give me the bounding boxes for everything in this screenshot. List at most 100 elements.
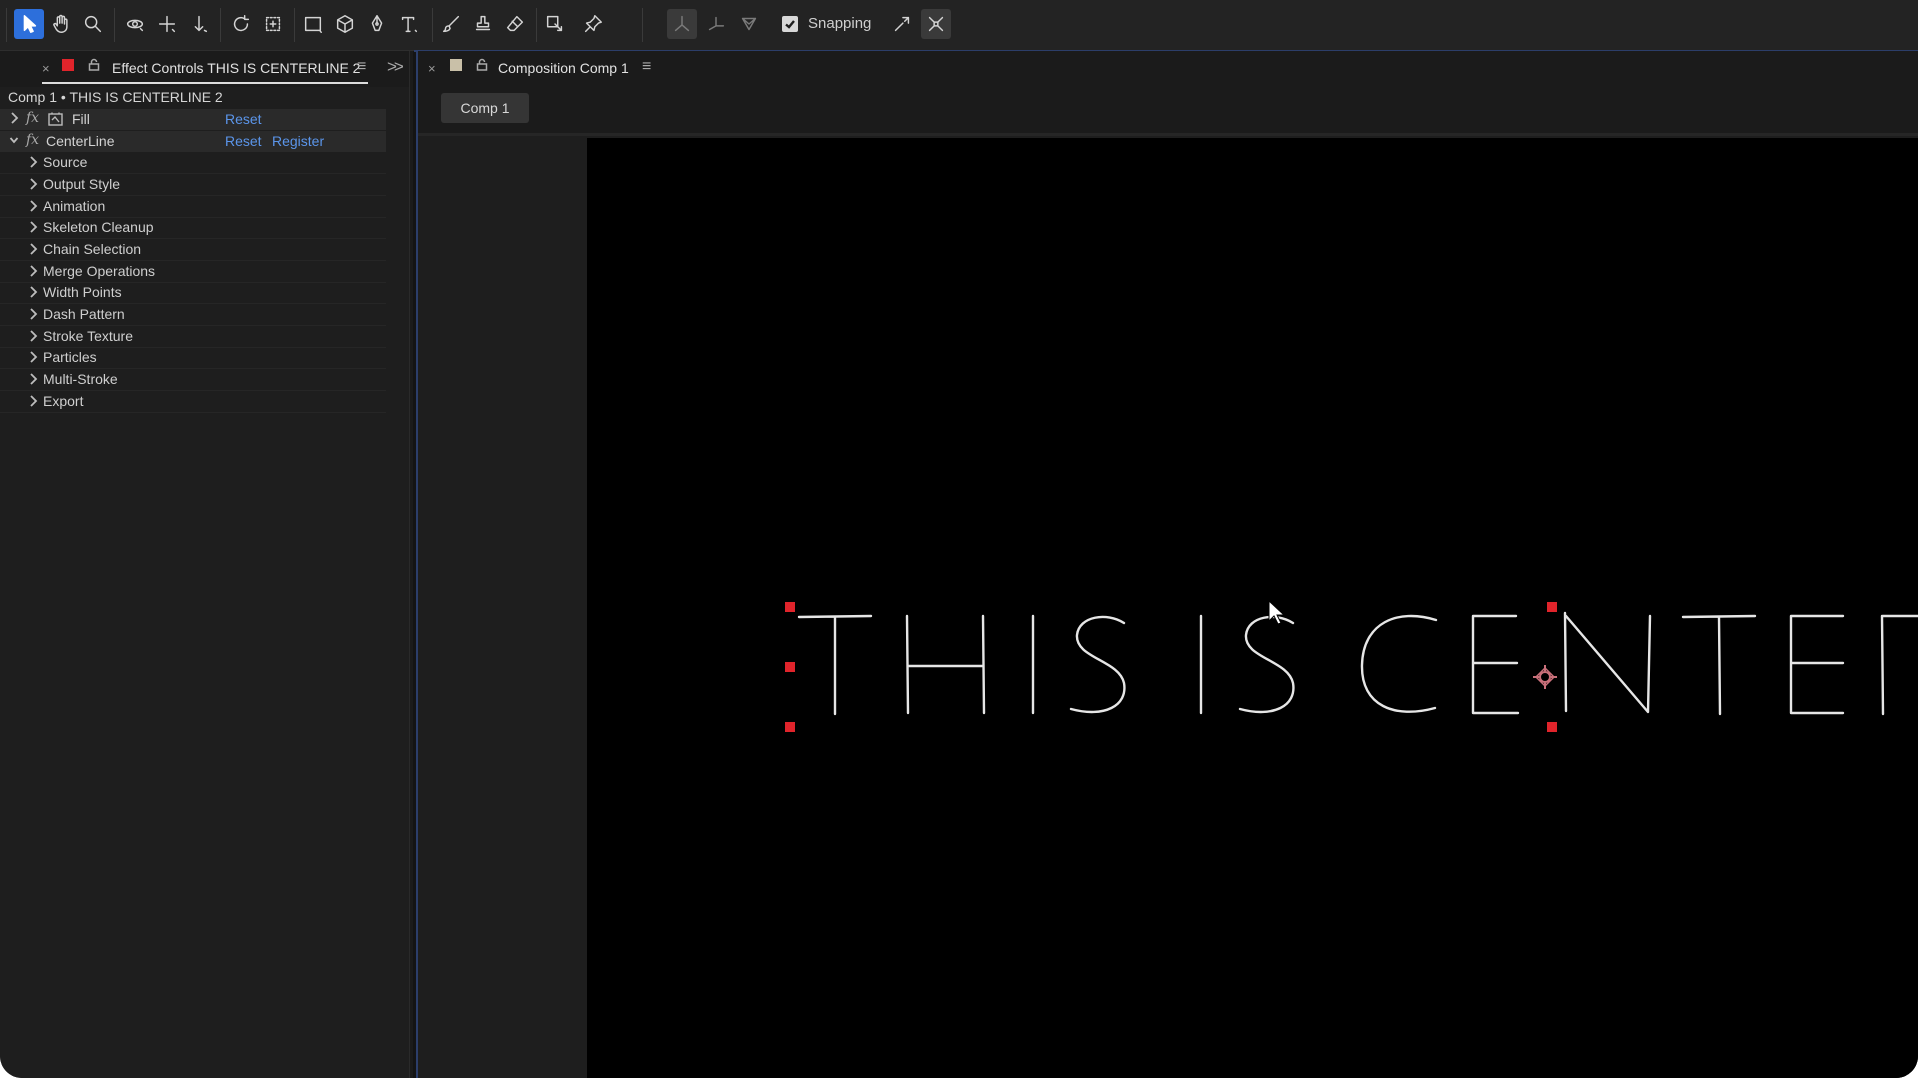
composition-viewer[interactable] [587,138,1918,1078]
chevron-right-icon[interactable] [28,199,38,213]
effect-preset-icon [48,112,63,126]
toolbar-separator [536,8,537,42]
property-group-export[interactable]: Export [0,391,386,413]
group-label: Dash Pattern [43,306,125,322]
roto-brush-tool-icon[interactable] [540,9,570,39]
chevron-right-icon[interactable] [28,329,38,343]
puppet-pin-tool-icon[interactable] [578,9,608,39]
comp-breadcrumb-button[interactable]: Comp 1 [441,93,529,123]
toolbar-grip [6,8,7,42]
group-label: Chain Selection [43,241,142,257]
chevron-right-icon[interactable] [28,394,38,408]
property-group-stroke-texture[interactable]: Stroke Texture [0,326,386,348]
local-axis-icon[interactable] [667,9,697,39]
type-tool-icon[interactable] [394,9,424,39]
pan-behind-tool-icon[interactable] [258,9,288,39]
property-group-output-style[interactable]: Output Style [0,174,386,196]
group-label: Stroke Texture [43,328,134,344]
property-group-merge-operations[interactable]: Merge Operations [0,261,386,283]
orbit-camera-tool-icon[interactable] [120,9,150,39]
clone-stamp-tool-icon[interactable] [468,9,498,39]
chevron-right-icon[interactable] [28,264,38,278]
pen-tool-icon[interactable] [362,9,392,39]
toolbar-separator [220,8,221,42]
chevron-right-icon[interactable] [28,220,38,234]
snap-options-icon[interactable] [887,9,917,39]
tab-effect-controls[interactable]: Effect Controls THIS IS CENTERLINE 2 [112,60,360,76]
dolly-camera-tool-icon[interactable] [184,9,214,39]
property-group-chain-selection[interactable]: Chain Selection [0,239,386,261]
tab-composition[interactable]: Composition Comp 1 [498,60,629,76]
panel-menu-icon[interactable]: ≡ [357,58,366,76]
property-group-multi-stroke[interactable]: Multi-Stroke [0,369,386,391]
effect-row-fill[interactable]: fx Fill Reset [0,109,386,130]
chevron-right-icon[interactable] [28,350,38,364]
property-group-source[interactable]: Source [0,152,386,174]
tools-toolbar: Snapping [0,0,1918,51]
panel-overflow-icon[interactable]: >> [387,57,404,77]
group-label: Skeleton Cleanup [43,219,154,235]
reset-fill-link[interactable]: Reset [225,111,262,127]
chevron-right-icon[interactable] [28,372,38,386]
chevron-down-icon[interactable] [9,133,21,147]
handle-top-center[interactable] [1547,602,1557,612]
property-group-dash-pattern[interactable]: Dash Pattern [0,304,386,326]
view-axis-icon[interactable] [734,9,764,39]
group-label: Multi-Stroke [43,371,118,387]
hand-tool-icon[interactable] [46,9,76,39]
comp-label-color [450,59,462,71]
fx-icon[interactable]: fx [26,110,39,126]
toolbar-separator [294,8,295,42]
handle-middle-left[interactable] [785,662,795,672]
panel-border [409,51,410,1078]
toolbar-separator [114,8,115,42]
group-label: Merge Operations [43,263,156,279]
register-link[interactable]: Register [272,133,324,149]
brush-tool-icon[interactable] [436,9,466,39]
snapping-checkbox[interactable] [782,16,798,32]
rotation-tool-icon[interactable] [226,9,256,39]
effect-row-centerline[interactable]: fx CenterLine Reset Register [0,131,386,152]
reset-centerline-link[interactable]: Reset [225,133,262,149]
close-tab-icon[interactable]: × [42,61,50,76]
chevron-right-icon[interactable] [28,177,38,191]
group-label: Particles [43,349,97,365]
mouse-cursor-icon [1268,599,1286,625]
rectangle-tool-icon[interactable] [298,9,328,39]
group-label: Source [43,154,88,170]
canvas-top-edge [418,133,1918,136]
close-tab-icon[interactable]: × [428,61,436,76]
property-group-width-points[interactable]: Width Points [0,282,386,304]
zoom-tool-icon[interactable] [78,9,108,39]
handle-bottom-left[interactable] [785,722,795,732]
eraser-tool-icon[interactable] [500,9,530,39]
toolbar-separator [642,8,643,42]
world-axis-icon[interactable] [701,9,731,39]
group-label: Output Style [43,176,121,192]
fx-icon[interactable]: fx [26,132,39,148]
pan-camera-tool-icon[interactable] [152,9,182,39]
composition-tab-bar: × Composition Comp 1 ≡ [418,51,1918,87]
chevron-right-icon[interactable] [28,307,38,321]
lock-icon[interactable] [476,58,488,71]
handle-bottom-center[interactable] [1547,722,1557,732]
chevron-right-icon[interactable] [28,155,38,169]
lock-icon[interactable] [88,58,100,71]
chevron-right-icon[interactable] [28,242,38,256]
property-group-particles[interactable]: Particles [0,347,386,369]
property-group-animation[interactable]: Animation [0,196,386,218]
snapping-label: Snapping [808,15,872,32]
selection-tool-icon[interactable] [14,9,44,39]
group-label: Export [43,393,84,409]
app-window: Snapping × Effect Controls THIS IS CENTE… [0,0,1918,1078]
effect-controls-tab-bar: × Effect Controls THIS IS CENTERLINE 2 ≡… [0,51,410,87]
chevron-right-icon[interactable] [28,285,38,299]
layer-label-color [62,59,74,71]
snap-features-icon[interactable] [921,9,951,39]
property-group-skeleton-cleanup[interactable]: Skeleton Cleanup [0,217,386,239]
panel-menu-icon[interactable]: ≡ [642,58,651,76]
chevron-right-icon[interactable] [9,111,21,125]
handle-top-left[interactable] [785,602,795,612]
3d-cube-tool-icon[interactable] [330,9,360,39]
effect-controls-panel: × Effect Controls THIS IS CENTERLINE 2 ≡… [0,51,410,1078]
